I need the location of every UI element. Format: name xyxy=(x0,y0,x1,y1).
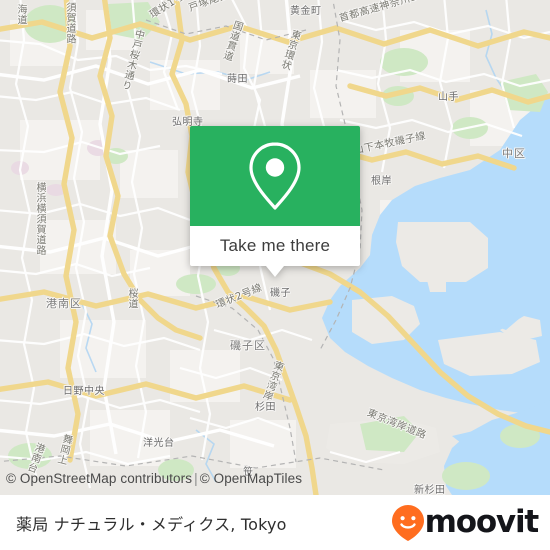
take-me-there-label: Take me there xyxy=(219,236,331,255)
popup-body[interactable]: Take me there xyxy=(190,226,360,266)
moovit-wordmark: moovit xyxy=(424,504,540,540)
place-title: 薬局 ナチュラル・メディクス, Tokyo xyxy=(16,514,287,534)
map-popup-card[interactable]: Take me there xyxy=(190,126,360,277)
location-pin-icon xyxy=(249,142,301,210)
map-attribution: © OpenStreetMap contributors | © OpenMapTi… xyxy=(6,471,302,486)
moovit-brand[interactable]: moovit xyxy=(391,504,540,542)
bottom-bar: 薬局 ナチュラル・メディクス, Tokyo moovit xyxy=(0,495,550,550)
moovit-smiley-pin-icon xyxy=(391,504,424,541)
popup-pointer-tail xyxy=(266,266,284,277)
map-canvas[interactable]: 海道須賀道路環状1号戸塚尾張屋橋線黄金町首都高速神奈川3号線国道貫道東京環状横浜… xyxy=(0,0,550,495)
map-share-card: 海道須賀道路環状1号戸塚尾張屋橋線黄金町首都高速神奈川3号線国道貫道東京環状横浜… xyxy=(0,0,550,550)
attribution-separator: | xyxy=(194,471,198,486)
attribution-tiles: © OpenMapTiles xyxy=(199,471,303,486)
popup-header xyxy=(190,126,360,226)
attribution-osm: © OpenStreetMap contributors xyxy=(6,471,193,486)
